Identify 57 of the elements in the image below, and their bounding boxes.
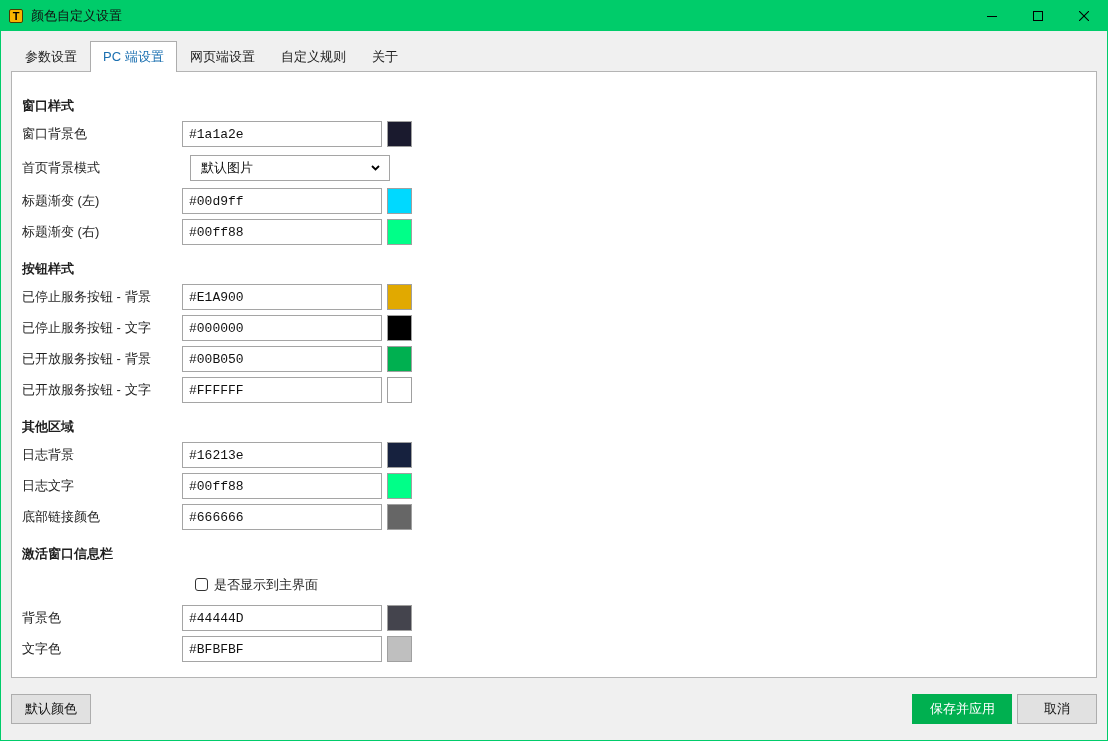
section-heading: 窗口样式 (22, 97, 74, 115)
swatch-icon[interactable] (387, 442, 412, 468)
reset-button[interactable]: 默认颜色 (11, 694, 91, 724)
field-label: 已停止服务按钮 - 文字 (22, 319, 152, 337)
field-label: 日志文字 (22, 477, 75, 495)
close-icon (1079, 11, 1089, 21)
app-icon: T (9, 9, 23, 23)
swatch-icon[interactable] (387, 504, 412, 530)
swatch-icon[interactable] (387, 121, 412, 147)
hex-input[interactable]: #666666 (182, 504, 382, 530)
field-label: 标题渐变 (右) (22, 223, 101, 241)
checkbox-label: 是否显示到主界面 (214, 575, 318, 594)
hex-input[interactable]: #BFBFBF (182, 636, 382, 662)
tab[interactable]: 参数设置 (12, 42, 90, 71)
swatch-icon[interactable] (387, 188, 412, 214)
hex-input[interactable]: #00B050 (182, 346, 382, 372)
field-label: 窗口背景色 (22, 125, 88, 143)
hex-input[interactable]: #44444D (182, 605, 382, 631)
field-label: 文字色 (22, 640, 62, 658)
hex-input[interactable]: #FFFFFF (182, 377, 382, 403)
field-label: 日志背景 (22, 446, 75, 464)
tab[interactable]: 关于 (358, 42, 411, 71)
field-label: 已开放服务按钮 - 背景 (22, 350, 152, 368)
dropdown[interactable]: 默认图片 (190, 154, 390, 181)
tab[interactable]: PC 端设置 (90, 41, 177, 72)
window-title: 颜色自定义设置 (31, 7, 122, 25)
swatch-icon[interactable] (387, 473, 412, 499)
tab[interactable]: 网页端设置 (176, 42, 268, 71)
hex-input[interactable]: #16213e (182, 442, 382, 468)
field-label: 已停止服务按钮 - 背景 (22, 288, 152, 306)
field-label: 首页背景模式 (22, 158, 101, 177)
section-heading: 激活窗口信息栏 (22, 545, 113, 563)
hex-input[interactable]: #1a1a2e (182, 121, 382, 147)
hex-input[interactable]: #E1A900 (182, 284, 382, 310)
hex-input[interactable]: #00ff88 (182, 473, 382, 499)
swatch-icon[interactable] (387, 605, 412, 631)
section-heading: 其他区域 (22, 418, 74, 436)
hex-input[interactable]: #00d9ff (182, 188, 382, 214)
swatch-icon[interactable] (387, 377, 412, 403)
swatch-icon[interactable] (387, 219, 412, 245)
section-heading: 按钮样式 (22, 260, 74, 278)
field-label: 底部链接颜色 (22, 508, 101, 526)
checkbox[interactable] (195, 578, 208, 591)
field-label: 标题渐变 (左) (22, 192, 101, 210)
swatch-icon[interactable] (387, 346, 412, 372)
hex-input[interactable]: #00ff88 (182, 219, 382, 245)
swatch-icon[interactable] (387, 315, 412, 341)
chevron-down-icon (371, 164, 380, 171)
field-label: 已开放服务按钮 - 文字 (22, 381, 152, 399)
tab[interactable]: 自定义规则 (267, 42, 359, 71)
maximize-icon (1033, 11, 1043, 21)
cancel-button[interactable]: 取消 (1017, 694, 1097, 724)
swatch-icon[interactable] (387, 284, 412, 310)
swatch-icon[interactable] (387, 636, 412, 662)
field-label: 背景色 (22, 609, 62, 627)
hex-input[interactable]: #000000 (182, 315, 382, 341)
minimize-icon (987, 15, 997, 17)
